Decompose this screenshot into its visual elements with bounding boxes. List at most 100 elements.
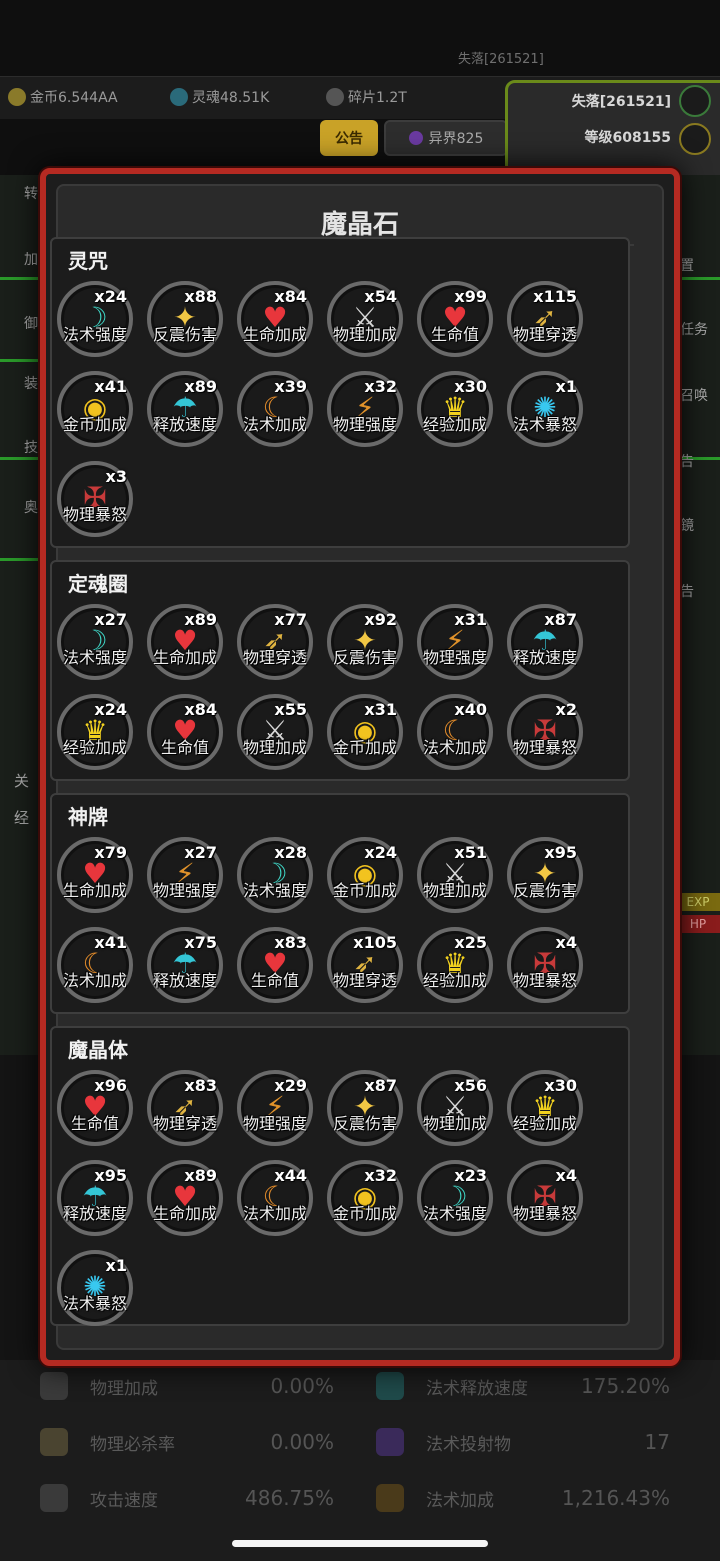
gem-slot[interactable]: ⚡ x31 物理强度 <box>417 604 493 680</box>
gem-label: 物理暴怒 <box>62 505 127 524</box>
gem-slot[interactable]: ✦ x87 反震伤害 <box>327 1070 403 1146</box>
gem-count: x89 <box>184 377 217 396</box>
gem-count: x79 <box>94 843 127 862</box>
gem-label: 生命值 <box>430 325 479 344</box>
gem-slot[interactable]: ✠ x4 物理暴怒 <box>507 1160 583 1236</box>
gem-label: 生命加成 <box>62 881 127 900</box>
gem-slot[interactable]: ♥ x79 生命加成 <box>57 837 133 913</box>
gem-slot[interactable]: ♥ x83 生命值 <box>237 927 313 1003</box>
class-icon[interactable] <box>679 85 711 117</box>
gem-slot[interactable]: ♛ x24 经验加成 <box>57 694 133 770</box>
gem-slot[interactable]: ☽ x27 法术强度 <box>57 604 133 680</box>
gem-slot[interactable]: ➶ x77 物理穿透 <box>237 604 313 680</box>
gem-label: 释放速度 <box>152 415 217 434</box>
hp-line <box>0 457 40 460</box>
gem-slot[interactable]: ⚡ x27 物理强度 <box>147 837 223 913</box>
gem-count: x51 <box>454 843 487 862</box>
side-fragment[interactable]: 御 <box>24 313 38 333</box>
gem-label: 释放速度 <box>512 648 577 667</box>
side-fragment[interactable]: 置 <box>680 255 694 275</box>
side-fragment[interactable]: 加 <box>24 249 38 269</box>
gem-slot[interactable]: ♥ x89 生命加成 <box>147 1160 223 1236</box>
gem-slot[interactable]: ♛ x25 经验加成 <box>417 927 493 1003</box>
gem-slot[interactable]: ⚡ x32 物理强度 <box>327 371 403 447</box>
gem-slot[interactable]: ◉ x41 金币加成 <box>57 371 133 447</box>
gem-slot[interactable]: ◉ x32 金币加成 <box>327 1160 403 1236</box>
gem-slot[interactable]: ☽ x28 法术强度 <box>237 837 313 913</box>
side-fragment[interactable]: 告 <box>680 581 694 601</box>
side-fragment[interactable]: 奥 <box>24 497 38 517</box>
gem-slot[interactable]: ✦ x95 反震伤害 <box>507 837 583 913</box>
side-fragment[interactable]: 鏡 <box>680 515 694 535</box>
gem-slot[interactable]: ✺ x1 法术暴怒 <box>507 371 583 447</box>
gem-slot[interactable]: ♥ x89 生命加成 <box>147 604 223 680</box>
gem-count: x89 <box>184 610 217 629</box>
gem-label: 物理强度 <box>332 415 397 434</box>
home-indicator[interactable] <box>232 1540 488 1547</box>
gem-slot[interactable]: ✠ x2 物理暴怒 <box>507 694 583 770</box>
gem-count: x55 <box>274 700 307 719</box>
gem-slot[interactable]: ☾ x39 法术加成 <box>237 371 313 447</box>
gem-slot[interactable]: ⚔ x51 物理加成 <box>417 837 493 913</box>
soul-amount: 灵魂48.51K <box>192 90 270 106</box>
gem-slot[interactable]: ♛ x30 经验加成 <box>507 1070 583 1146</box>
gem-slot[interactable]: ☾ x44 法术加成 <box>237 1160 313 1236</box>
stats-panel: 物理加成 0.00% 法术释放速度 175.20% 物理必杀率 0.00% 法术… <box>0 1360 720 1561</box>
gem-slot[interactable]: ♥ x84 生命值 <box>147 694 223 770</box>
gem-label: 物理暴怒 <box>512 971 577 990</box>
gem-slot[interactable]: ♛ x30 经验加成 <box>417 371 493 447</box>
gem-slot[interactable]: ⚔ x54 物理加成 <box>327 281 403 357</box>
gem-slot[interactable]: ☾ x40 法术加成 <box>417 694 493 770</box>
gem-slot[interactable]: ☽ x23 法术强度 <box>417 1160 493 1236</box>
gem-slot[interactable]: ☾ x41 法术加成 <box>57 927 133 1003</box>
otherworld-tab[interactable]: 异界825 <box>384 120 508 156</box>
gem-slot[interactable]: ✠ x4 物理暴怒 <box>507 927 583 1003</box>
gem-label: 法术强度 <box>62 325 127 344</box>
gem-slot[interactable]: ◉ x24 金币加成 <box>327 837 403 913</box>
gem-label: 反震伤害 <box>332 648 397 667</box>
side-fragment[interactable]: 任务 <box>680 319 708 339</box>
gem-slot[interactable]: ♥ x96 生命值 <box>57 1070 133 1146</box>
crown-icon[interactable] <box>679 123 711 155</box>
gem-label: 生命值 <box>70 1114 119 1133</box>
cast-speed-icon <box>376 1372 404 1400</box>
gem-slot[interactable]: ♥ x99 生命值 <box>417 281 493 357</box>
gem-slot[interactable]: ➶ x115 物理穿透 <box>507 281 583 357</box>
announcement-tab[interactable]: 公告 <box>320 120 378 156</box>
gem-slot[interactable]: ☂ x87 释放速度 <box>507 604 583 680</box>
gem-slot[interactable]: ⚔ x56 物理加成 <box>417 1070 493 1146</box>
stat-value: 175.20% <box>581 1374 670 1398</box>
gem-slot[interactable]: ⚔ x55 物理加成 <box>237 694 313 770</box>
gem-label: 法术加成 <box>62 971 127 990</box>
gem-count: x88 <box>184 287 217 306</box>
gem-slot[interactable]: ☽ x24 法术强度 <box>57 281 133 357</box>
side-fragment[interactable]: 告 <box>680 451 694 471</box>
gem-count: x31 <box>454 610 487 629</box>
gem-slot[interactable]: ✠ x3 物理暴怒 <box>57 461 133 537</box>
gem-slot[interactable]: ☂ x95 释放速度 <box>57 1160 133 1236</box>
gem-count: x56 <box>454 1076 487 1095</box>
gem-count: x32 <box>364 1166 397 1185</box>
gem-slot[interactable]: ➶ x83 物理穿透 <box>147 1070 223 1146</box>
gem-label: 生命加成 <box>152 648 217 667</box>
attack-speed-icon <box>40 1484 68 1512</box>
side-fragment[interactable]: 装 <box>24 373 38 393</box>
gem-slot[interactable]: ◉ x31 金币加成 <box>327 694 403 770</box>
side-fragment[interactable]: 技 <box>24 437 38 457</box>
gem-label: 物理暴怒 <box>512 1204 577 1223</box>
gem-slot[interactable]: ⚡ x29 物理强度 <box>237 1070 313 1146</box>
side-fragment[interactable]: 转 <box>24 183 38 203</box>
gem-slot[interactable]: ✦ x88 反震伤害 <box>147 281 223 357</box>
gem-slot[interactable]: ✺ x1 法术暴怒 <box>57 1250 133 1326</box>
gem-slot[interactable]: ➶ x105 物理穿透 <box>327 927 403 1003</box>
gem-slot[interactable]: ✦ x92 反震伤害 <box>327 604 403 680</box>
gem-count: x39 <box>274 377 307 396</box>
gem-slot[interactable]: ♥ x84 生命加成 <box>237 281 313 357</box>
gem-count: x24 <box>94 700 127 719</box>
gem-slot[interactable]: ☂ x89 释放速度 <box>147 371 223 447</box>
hp-line <box>680 277 720 280</box>
gem-slot[interactable]: ☂ x75 释放速度 <box>147 927 223 1003</box>
gem-label: 物理强度 <box>422 648 487 667</box>
player-panel[interactable]: 失落[261521] 等级608155 <box>505 80 720 178</box>
side-fragment[interactable]: 召唤 <box>680 385 708 405</box>
